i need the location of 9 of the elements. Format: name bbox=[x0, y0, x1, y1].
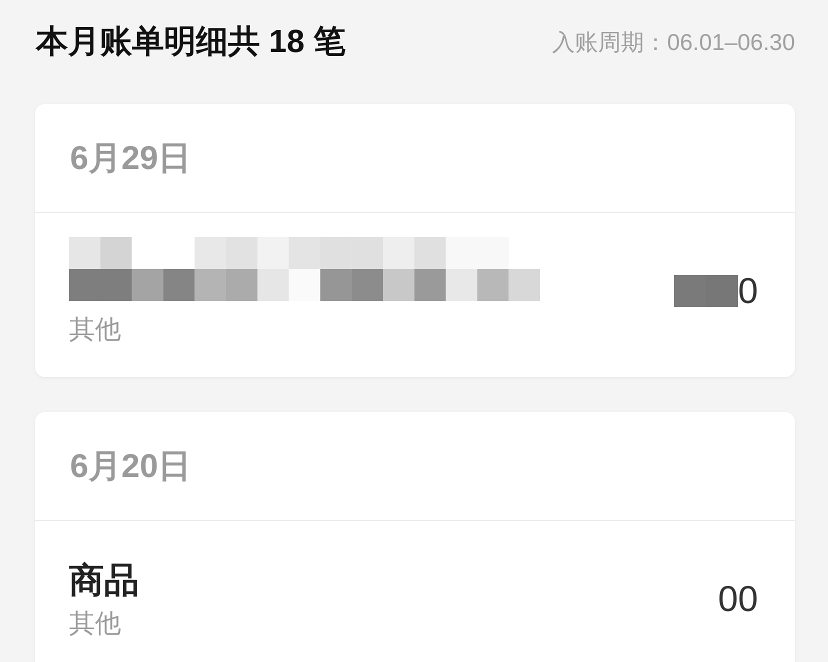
date-heading: 6月20日 bbox=[70, 446, 192, 486]
amount-text: 00 bbox=[718, 578, 758, 620]
page-title: 本月账单明细共 18 笔 bbox=[36, 22, 346, 61]
item-title: 商品 bbox=[69, 560, 139, 602]
amount-text: 0 bbox=[738, 270, 758, 312]
category-label: 其他 bbox=[69, 312, 121, 346]
billing-period-label: 入账周期：06.01–06.30 bbox=[552, 28, 795, 56]
category-label: 其他 bbox=[69, 607, 121, 640]
date-heading: 6月29日 bbox=[70, 138, 192, 178]
